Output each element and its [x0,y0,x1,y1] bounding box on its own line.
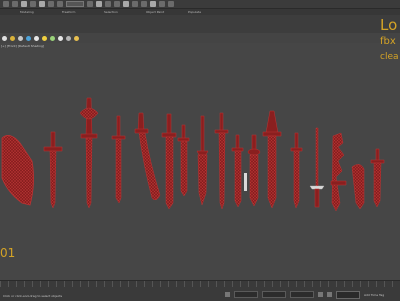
weapon-models[interactable] [0,43,400,280]
key-mode-icon[interactable] [318,292,323,297]
status-bar: Click or click-and-drag to select object… [0,280,400,301]
layer-icon[interactable] [123,1,129,7]
rotate-icon[interactable] [57,1,63,7]
spacewarp-icon[interactable] [74,35,79,41]
select-icon[interactable] [39,1,45,7]
play-icon[interactable] [327,292,332,297]
reference-coord-dropdown[interactable] [66,1,84,7]
overlay-line-2: fbx [380,36,396,47]
sphere-icon[interactable] [10,35,15,41]
geometry-icon[interactable] [58,35,63,41]
link-icon[interactable] [21,1,27,7]
rapier-model[interactable] [309,127,325,208]
overlay-caption: Lo fbx clea [380,16,400,64]
snap-icon[interactable] [96,1,102,7]
render-icon[interactable] [159,1,165,7]
sword-model-3[interactable] [111,115,126,204]
sword-model-9[interactable] [247,134,261,207]
shield-model[interactable] [1,135,34,206]
frame-number: 01 [0,246,16,260]
x-coord-field[interactable] [234,291,258,298]
timeline-ruler[interactable] [0,281,400,287]
render-setup-icon[interactable] [150,1,156,7]
y-coord-field[interactable] [262,291,286,298]
ribbon-panel [0,15,400,34]
sword-model-14[interactable] [370,148,385,208]
redo-icon[interactable] [12,1,18,7]
overlay-line-1: Lo [380,16,398,34]
sword-model-5[interactable] [177,124,190,197]
systems-icon[interactable] [66,35,71,41]
sword-model-1[interactable] [43,131,63,209]
sword-model-10[interactable] [262,110,282,209]
render-frame-icon[interactable] [168,1,174,7]
sword-model-12[interactable] [330,132,347,212]
sword-model-4[interactable] [161,113,177,210]
sword-model-8[interactable] [231,134,244,208]
light-icon[interactable] [34,35,39,41]
shapes-icon[interactable] [50,35,55,41]
box-icon[interactable] [18,35,23,41]
curve-editor-icon[interactable] [132,1,138,7]
lock-icon[interactable] [225,292,230,297]
mirror-icon[interactable] [105,1,111,7]
selection-marker [244,173,247,191]
main-toolbar [0,0,400,9]
helper-icon[interactable] [42,35,47,41]
status-message: Click or click-and-drag to select object… [3,294,63,298]
move-icon[interactable] [48,1,54,7]
add-time-tag-button[interactable] [336,290,360,299]
sword-model-7[interactable] [214,112,247,210]
z-coord-field[interactable] [290,291,314,298]
overlay-line-3: clea [380,52,399,62]
viewport-toolbar [0,33,400,43]
sword-model-6[interactable] [196,115,209,206]
undo-icon[interactable] [3,1,9,7]
sword-model-11[interactable] [290,132,303,209]
teapot-icon[interactable] [2,35,7,41]
sword-model-13[interactable] [351,164,365,210]
sword-model-2[interactable] [79,97,99,209]
status-controls: Add Time Tag [225,289,400,300]
scale-icon[interactable] [87,1,93,7]
camera-icon[interactable] [26,35,31,41]
scimitar-model[interactable] [134,112,161,201]
align-icon[interactable] [114,1,120,7]
add-time-tag-label: Add Time Tag [364,292,385,297]
material-editor-icon[interactable] [141,1,147,7]
unlink-icon[interactable] [30,1,36,7]
